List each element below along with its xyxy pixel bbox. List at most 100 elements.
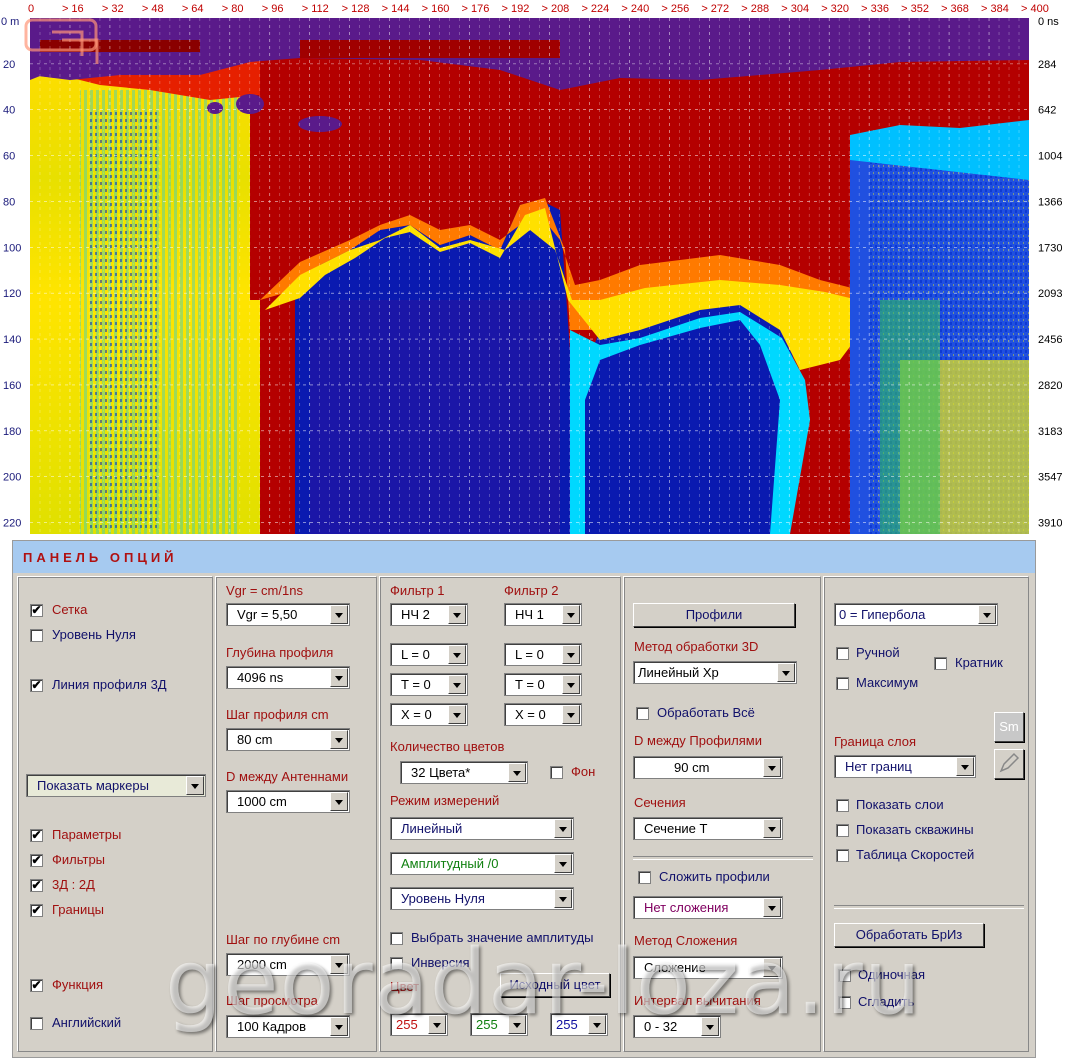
chevron-down-icon[interactable] <box>330 668 348 687</box>
chevron-down-icon[interactable] <box>763 898 781 917</box>
chevron-down-icon[interactable] <box>428 1015 446 1034</box>
hyperbola-dropdown[interactable]: 0 = Гипербола <box>834 603 998 626</box>
chevron-down-icon[interactable] <box>508 763 526 782</box>
right-axis-tick-label: 2820 <box>1038 380 1062 392</box>
filter2-l-dropdown[interactable]: L = 0 <box>504 643 582 666</box>
chevron-down-icon[interactable] <box>330 955 348 974</box>
process-all-checkbox[interactable] <box>636 707 649 720</box>
show-wells-checkbox[interactable] <box>836 824 849 837</box>
chevron-down-icon[interactable] <box>448 645 466 664</box>
single-checkbox[interactable] <box>838 969 851 982</box>
chevron-down-icon[interactable] <box>956 757 974 776</box>
bounds-checkbox[interactable]: ✔ <box>30 904 43 917</box>
sum-dropdown[interactable]: Нет сложения <box>633 896 783 919</box>
depth-label: Глубина профиля <box>226 645 334 660</box>
chevron-down-icon[interactable] <box>330 792 348 811</box>
top-axis-tick-label: > 128 <box>342 3 370 15</box>
depth-dropdown[interactable]: 4096 ns <box>226 666 350 689</box>
profiles-button[interactable]: Профили <box>633 603 795 627</box>
red-dropdown[interactable]: 255 <box>390 1013 448 1036</box>
depth-step-dropdown[interactable]: 2000 cm <box>226 953 350 976</box>
velocity-table-checkbox[interactable] <box>836 849 849 862</box>
filter1-x-dropdown[interactable]: X = 0 <box>390 703 468 726</box>
filter2-x-dropdown[interactable]: X = 0 <box>504 703 582 726</box>
view3d-checkbox[interactable]: ✔ <box>30 879 43 892</box>
zero-level-checkbox[interactable] <box>30 629 43 642</box>
show-layers-checkbox[interactable] <box>836 799 849 812</box>
green-value: 255 <box>476 1017 498 1032</box>
multiple-checkbox[interactable] <box>934 657 947 670</box>
chevron-down-icon[interactable] <box>330 1017 348 1036</box>
manual-checkbox[interactable] <box>836 647 849 660</box>
sum-method-dropdown[interactable]: Сложение <box>633 956 783 979</box>
filter1-l-dropdown[interactable]: L = 0 <box>390 643 468 666</box>
chevron-down-icon[interactable] <box>562 675 580 694</box>
grid-checkbox[interactable]: ✔ <box>30 604 43 617</box>
filter2-t-dropdown[interactable]: T = 0 <box>504 673 582 696</box>
filter1-type-value: НЧ 2 <box>401 607 430 622</box>
maximum-checkbox[interactable] <box>836 677 849 690</box>
chevron-down-icon[interactable] <box>978 605 996 624</box>
mode-amplitude-dropdown[interactable]: Амплитудный /0 <box>390 852 574 875</box>
radargram-canvas[interactable]: 0 > 16 > 32 > 48 > 64 > 80 > 96 > 112 > 128 > 144… <box>0 0 1070 540</box>
chevron-down-icon[interactable] <box>554 854 572 873</box>
chevron-down-icon[interactable] <box>763 758 781 777</box>
vgr-dropdown[interactable]: Vgr = 5,50 <box>226 603 350 626</box>
filters-checkbox[interactable]: ✔ <box>30 854 43 867</box>
chevron-down-icon[interactable] <box>701 1017 719 1036</box>
radargram-view[interactable]: 0 > 16 > 32 > 48 > 64 > 80 > 96 > 112 > 128 > 144… <box>0 0 1070 540</box>
chevron-down-icon[interactable] <box>763 819 781 838</box>
function-checkbox[interactable]: ✔ <box>30 979 43 992</box>
colors-dropdown[interactable]: 32 Цвета* <box>400 761 528 784</box>
layer-boundary-dropdown[interactable]: Нет границ <box>834 755 976 778</box>
markers-dropdown[interactable]: Показать маркеры <box>26 774 206 797</box>
chevron-down-icon[interactable] <box>777 663 795 682</box>
profile-line-checkbox[interactable]: ✔ <box>30 679 43 692</box>
source-color-button[interactable]: Исходный цвет <box>500 973 610 997</box>
filter2-type-dropdown[interactable]: НЧ 1 <box>504 603 582 626</box>
method3d-dropdown[interactable]: Линейный Хр <box>633 661 797 684</box>
params-checkbox[interactable]: ✔ <box>30 829 43 842</box>
chevron-down-icon[interactable] <box>508 1015 526 1034</box>
sum-profiles-checkbox[interactable] <box>638 871 651 884</box>
parameters-group: Vgr = cm/1ns Vgr = 5,50 Глубина профиля … <box>215 576 377 1052</box>
chevron-down-icon[interactable] <box>448 705 466 724</box>
antenna-distance-dropdown[interactable]: 1000 cm <box>226 790 350 813</box>
chevron-down-icon[interactable] <box>186 776 204 795</box>
view-step-dropdown[interactable]: 100 Кадров <box>226 1015 350 1038</box>
pencil-button[interactable] <box>994 749 1024 779</box>
show-wells-label: Показать скважины <box>856 822 974 837</box>
green-dropdown[interactable]: 255 <box>470 1013 528 1036</box>
params-label: Параметры <box>52 827 122 842</box>
step-dropdown[interactable]: 80 cm <box>226 728 350 751</box>
inversion-checkbox[interactable] <box>390 957 403 970</box>
interval-dropdown[interactable]: 0 - 32 <box>633 1015 721 1038</box>
chevron-down-icon[interactable] <box>763 958 781 977</box>
chevron-down-icon[interactable] <box>562 705 580 724</box>
chevron-down-icon[interactable] <box>562 605 580 624</box>
filter1-type-dropdown[interactable]: НЧ 2 <box>390 603 468 626</box>
chevron-down-icon[interactable] <box>330 605 348 624</box>
smooth-checkbox[interactable] <box>838 996 851 1009</box>
chevron-down-icon[interactable] <box>448 605 466 624</box>
mode-label: Режим измерений <box>390 793 500 808</box>
background-label: Фон <box>571 764 596 779</box>
filter1-t-dropdown[interactable]: T = 0 <box>390 673 468 696</box>
panel-title: ПАНЕЛЬ ОПЦИЙ <box>23 550 178 565</box>
sections-dropdown[interactable]: Сечение Т <box>633 817 783 840</box>
english-checkbox[interactable] <box>30 1017 43 1030</box>
chevron-down-icon[interactable] <box>554 889 572 908</box>
profile-distance-dropdown[interactable]: 90 cm <box>633 756 783 779</box>
blue-dropdown[interactable]: 255 <box>550 1013 608 1036</box>
chevron-down-icon[interactable] <box>330 730 348 749</box>
process-briz-button[interactable]: Обработать БрИз <box>834 923 984 947</box>
chevron-down-icon[interactable] <box>554 819 572 838</box>
background-checkbox[interactable] <box>550 766 563 779</box>
mode-zero-dropdown[interactable]: Уровень Нуля <box>390 887 574 910</box>
sm-button[interactable]: Sm <box>994 712 1024 742</box>
pick-amplitude-checkbox[interactable] <box>390 932 403 945</box>
mode-linear-dropdown[interactable]: Линейный <box>390 817 574 840</box>
chevron-down-icon[interactable] <box>448 675 466 694</box>
chevron-down-icon[interactable] <box>562 645 580 664</box>
chevron-down-icon[interactable] <box>588 1015 606 1034</box>
